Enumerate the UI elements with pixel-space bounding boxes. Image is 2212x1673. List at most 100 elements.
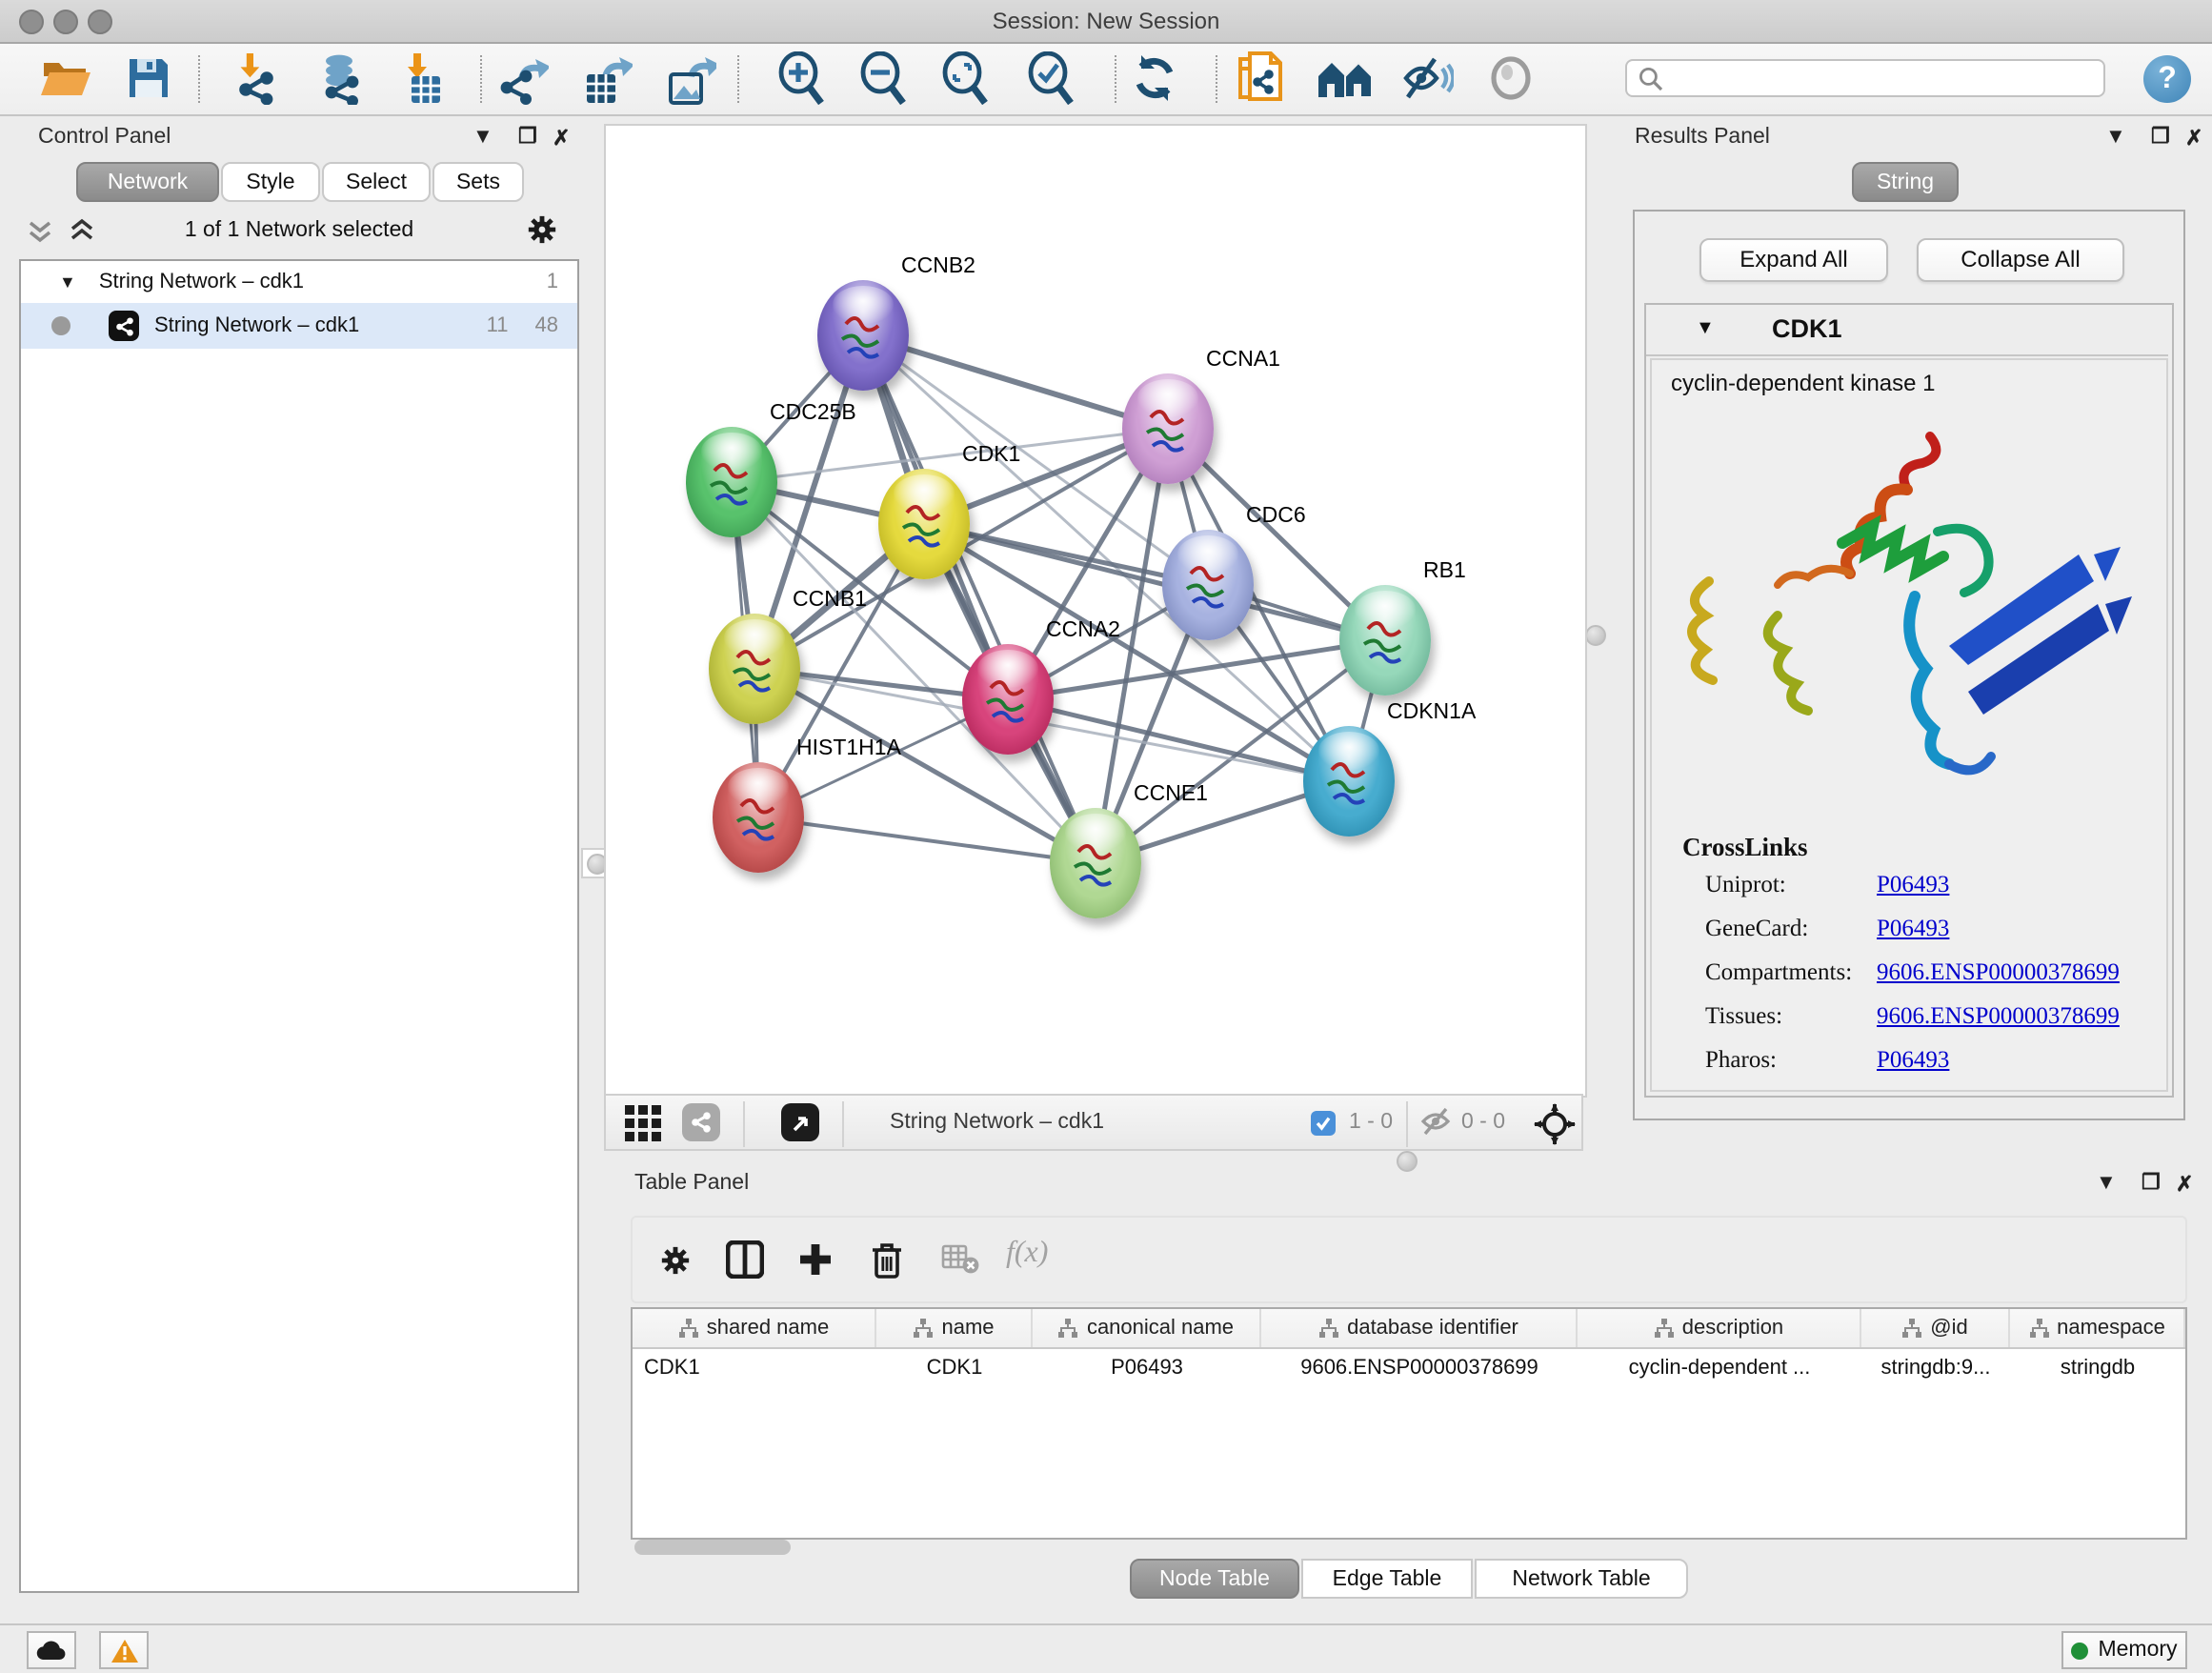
show-eye-button[interactable] — [1482, 50, 1539, 107]
collapse-triangle-icon[interactable]: ▼ — [59, 272, 76, 292]
column-header-database-identifier[interactable]: database identifier — [1261, 1309, 1578, 1347]
show-columns-icon[interactable] — [718, 1233, 772, 1286]
expand-all-button[interactable]: Expand All — [1699, 238, 1888, 282]
crosslink-link[interactable]: P06493 — [1877, 915, 1949, 943]
export-network-button[interactable] — [495, 50, 553, 107]
network-canvas[interactable]: CCNB2 CCNA1 CDC25B CDK1 CDC6 RB1 CCNB1 C… — [604, 124, 1587, 1098]
open-session-button[interactable] — [36, 50, 93, 107]
column-header-description[interactable]: description — [1578, 1309, 1861, 1347]
network-node-hist1h1a[interactable] — [713, 762, 804, 873]
import-network-file-button[interactable] — [229, 50, 286, 107]
home-button[interactable] — [1317, 50, 1374, 107]
tab-network-table[interactable]: Network Table — [1475, 1559, 1688, 1599]
tab-network[interactable]: Network — [76, 162, 219, 202]
table-hscrollbar-thumb[interactable] — [634, 1540, 791, 1555]
column-header-namespace[interactable]: namespace — [2010, 1309, 2185, 1347]
network-node-cdk1[interactable] — [878, 469, 970, 579]
panel-float-icon[interactable]: ▼ — [473, 126, 493, 149]
table-row[interactable]: CDK1CDK1P064939606.ENSP00000378699cyclin… — [633, 1349, 2185, 1387]
network-row-selected[interactable]: String Network – cdk1 11 48 — [21, 303, 577, 349]
network-node-cdc6[interactable] — [1162, 530, 1254, 640]
zoom-selected-button[interactable] — [1021, 50, 1078, 107]
tab-sets[interactable]: Sets — [432, 162, 524, 202]
crosslink-label: GeneCard: — [1705, 915, 1808, 943]
section-collapse-triangle-icon[interactable]: ▼ — [1696, 318, 1715, 339]
column-header-name[interactable]: name — [876, 1309, 1033, 1347]
export-table-button[interactable] — [577, 50, 634, 107]
network-edge-count: 48 — [535, 314, 559, 337]
network-node-ccna1[interactable] — [1122, 373, 1214, 484]
memory-button[interactable]: Memory — [2061, 1631, 2187, 1669]
save-session-button[interactable] — [120, 50, 177, 107]
network-group-row[interactable]: ▼ String Network – cdk1 1 — [21, 261, 577, 303]
tab-style[interactable]: Style — [221, 162, 320, 202]
crosslink-link[interactable]: 9606.ENSP00000378699 — [1877, 958, 2120, 987]
tab-edge-table[interactable]: Edge Table — [1301, 1559, 1473, 1599]
network-node-ccna2[interactable] — [962, 644, 1054, 755]
panel-close-icon[interactable]: ✗ — [553, 126, 570, 151]
zoom-out-button[interactable] — [854, 50, 911, 107]
crosslink-label: Pharos: — [1705, 1046, 1777, 1075]
network-view-toolbar: String Network – cdk1 1 - 0 0 - 0 — [604, 1094, 1583, 1151]
delete-column-trash-icon[interactable] — [859, 1233, 913, 1286]
right-splitter-handle[interactable] — [1585, 625, 1606, 646]
network-node-ccnb1[interactable] — [709, 614, 800, 724]
import-table-button[interactable] — [394, 50, 452, 107]
panel-maximize-icon[interactable]: ❐ — [518, 124, 537, 149]
panel-float-icon[interactable]: ▼ — [2105, 126, 2126, 149]
panel-close-icon[interactable]: ✗ — [2176, 1172, 2193, 1197]
panel-close-icon[interactable]: ✗ — [2185, 126, 2202, 151]
table-settings-gear-icon[interactable] — [648, 1233, 701, 1286]
import-network-database-button[interactable] — [311, 50, 368, 107]
cloud-status-button[interactable] — [27, 1631, 76, 1669]
hidden-counts: 0 - 0 — [1461, 1111, 1505, 1134]
results-panel: Results Panel ▼ ❐ ✗ String Expand All Co… — [1619, 122, 2204, 1115]
panel-maximize-icon[interactable]: ❐ — [2142, 1170, 2161, 1195]
open-in-new-icon[interactable] — [781, 1103, 819, 1141]
delete-table-icon[interactable] — [934, 1233, 987, 1286]
column-header--id[interactable]: @id — [1861, 1309, 2010, 1347]
network-node-ccne1[interactable] — [1050, 808, 1141, 918]
node-label-ccne1: CCNE1 — [1134, 783, 1208, 806]
birdseye-grid-icon[interactable] — [625, 1105, 661, 1147]
network-node-cdkn1a[interactable] — [1303, 726, 1395, 836]
network-node-cdc25b[interactable] — [686, 427, 777, 537]
create-column-plus-icon[interactable] — [789, 1233, 842, 1286]
hidden-eye-slash-icon[interactable] — [1419, 1107, 1452, 1141]
footer-share-icon[interactable] — [682, 1103, 720, 1141]
column-header-shared-name[interactable]: shared name — [633, 1309, 876, 1347]
warnings-button[interactable] — [99, 1631, 149, 1669]
cdk1-section: ▼ CDK1 cyclin-dependent kinase 1 — [1644, 303, 2174, 1098]
share-document-button[interactable] — [1231, 50, 1288, 107]
protein-thumbnail — [979, 669, 1036, 734]
crosslink-link[interactable]: 9606.ENSP00000378699 — [1877, 1002, 2120, 1031]
network-node-rb1[interactable] — [1339, 585, 1431, 695]
zoom-in-button[interactable] — [772, 50, 829, 107]
table-hscrollbar[interactable] — [631, 1540, 2183, 1555]
cdk1-section-header[interactable]: ▼ CDK1 — [1646, 305, 2168, 356]
zoom-fit-button[interactable] — [935, 50, 993, 107]
collapse-all-button[interactable]: Collapse All — [1917, 238, 2124, 282]
tab-node-table[interactable]: Node Table — [1130, 1559, 1299, 1599]
column-tree-icon — [1058, 1318, 1079, 1339]
crosslink-link[interactable]: P06493 — [1877, 871, 1949, 899]
tab-select[interactable]: Select — [322, 162, 431, 202]
fit-move-crosshair-icon[interactable] — [1534, 1103, 1576, 1151]
refresh-button[interactable] — [1126, 50, 1183, 107]
export-image-button[interactable] — [661, 50, 718, 107]
crosslink-link[interactable]: P06493 — [1877, 1046, 1949, 1075]
panel-maximize-icon[interactable]: ❐ — [2151, 124, 2170, 149]
panel-float-icon[interactable]: ▼ — [2096, 1172, 2117, 1195]
toolbar-separator — [1216, 55, 1217, 103]
network-options-gear-icon[interactable] — [526, 213, 558, 252]
selected-checkbox-icon[interactable] — [1311, 1111, 1336, 1136]
search-input[interactable] — [1673, 65, 2092, 91]
hide-glass-panels-button[interactable] — [1398, 50, 1456, 107]
network-node-ccnb2[interactable] — [817, 280, 909, 391]
function-builder-button[interactable]: f(x) — [1006, 1237, 1048, 1271]
help-button[interactable]: ? — [2143, 55, 2191, 103]
tab-string[interactable]: String — [1852, 162, 1959, 202]
column-header-canonical-name[interactable]: canonical name — [1033, 1309, 1261, 1347]
node-label-cdkn1a: CDKN1A — [1387, 701, 1476, 724]
toolbar-search[interactable] — [1625, 59, 2105, 97]
